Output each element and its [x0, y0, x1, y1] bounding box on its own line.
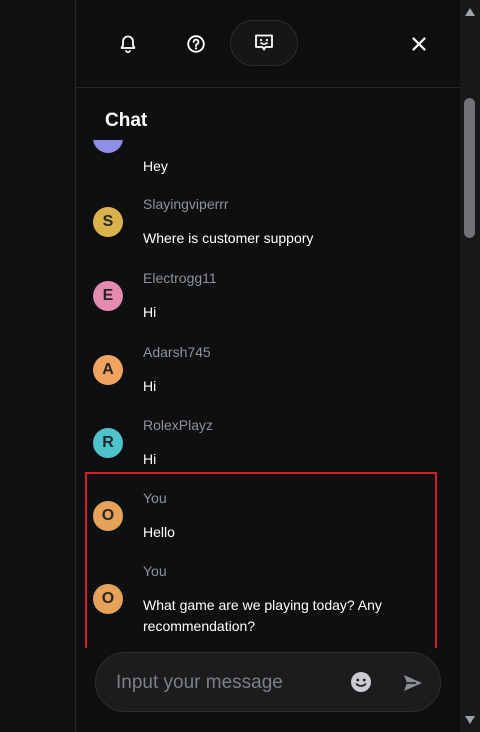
avatar — [93, 140, 123, 153]
message-input[interactable] — [114, 665, 338, 701]
message-text: What game are we playing today? Any reco… — [143, 597, 382, 634]
avatar: R — [93, 428, 123, 458]
message-list[interactable]: Hey S Slayingviperrr Where is customer s… — [76, 140, 460, 648]
help-button[interactable] — [176, 24, 216, 64]
scrollbar[interactable] — [460, 0, 480, 732]
help-circle-icon — [187, 35, 205, 53]
bell-icon — [120, 35, 136, 54]
close-icon — [412, 37, 426, 51]
message-username[interactable]: Slayingviperrr — [143, 196, 229, 212]
left-panel — [0, 0, 76, 732]
chat-title: Chat — [105, 110, 148, 131]
avatar: O — [93, 584, 123, 614]
arrow-up-icon — [465, 8, 475, 16]
message-username: You — [143, 490, 167, 506]
emoji-icon — [351, 672, 371, 692]
message-text: Hi — [143, 451, 157, 467]
avatar: E — [93, 281, 123, 311]
close-button[interactable] — [399, 24, 439, 64]
top-toolbar — [76, 0, 460, 88]
message-text: Hi — [143, 304, 157, 320]
arrow-down-icon — [465, 716, 475, 724]
message-text: Hello — [143, 524, 175, 540]
avatar: O — [93, 501, 123, 531]
message-username[interactable]: RolexPlayz — [143, 417, 213, 433]
message-username[interactable]: Electrogg11 — [143, 270, 217, 286]
scrollbar-thumb[interactable] — [464, 98, 475, 238]
emoji-button[interactable] — [350, 671, 372, 693]
message-username[interactable]: Adarsh745 — [143, 344, 211, 360]
message-text: Hey — [143, 158, 168, 174]
chat-tab-button[interactable] — [230, 20, 298, 66]
message-text: Hi — [143, 378, 157, 394]
chat-panel: Chat Hey S Slayingviperrr Where is custo… — [76, 0, 460, 732]
app-window: Chat Hey S Slayingviperrr Where is custo… — [0, 0, 480, 732]
message-text: Where is customer suppory — [143, 230, 314, 246]
scroll-down-button[interactable] — [460, 710, 480, 730]
chat-message-icon — [255, 34, 273, 51]
send-icon — [404, 675, 422, 691]
message-input-box — [95, 652, 441, 712]
avatar: A — [93, 355, 123, 385]
send-button[interactable] — [402, 672, 424, 694]
message-username: You — [143, 563, 167, 579]
notifications-button[interactable] — [108, 24, 148, 64]
scroll-up-button[interactable] — [460, 2, 480, 22]
avatar: S — [93, 207, 123, 237]
